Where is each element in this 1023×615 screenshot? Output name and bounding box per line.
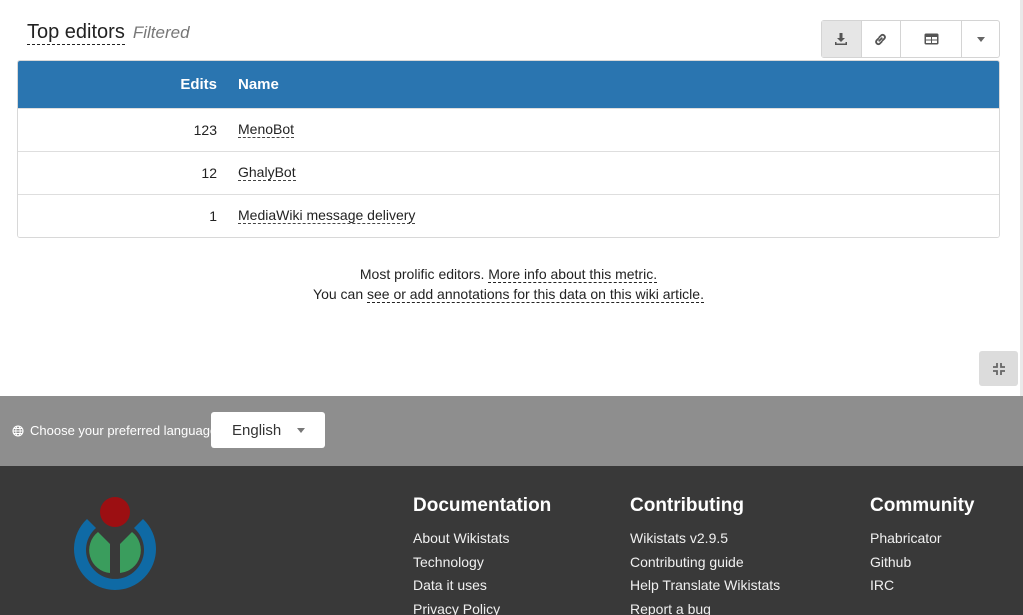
footer-link[interactable]: Phabricator — [870, 529, 975, 553]
chart-type-dropdown[interactable] — [962, 21, 999, 57]
language-select-value: English — [232, 421, 282, 439]
metric-description: Most prolific editors. More info about t… — [0, 266, 1017, 283]
footer-link[interactable]: Github — [870, 553, 975, 577]
widget-toolbar — [821, 20, 1000, 58]
language-select[interactable]: English — [211, 412, 325, 448]
table-row: 1 MediaWiki message delivery — [18, 194, 999, 237]
footer-link[interactable]: About Wikistats — [413, 529, 551, 553]
annotations-text: You can — [313, 286, 364, 302]
language-label: Choose your preferred language — [12, 423, 217, 438]
footer-contributing: Contributing Wikistats v2.9.5 Contributi… — [630, 496, 780, 615]
download-button[interactable] — [822, 21, 862, 57]
annotations-link[interactable]: see or add annotations for this data on … — [367, 286, 704, 303]
language-bar: Choose your preferred language English — [0, 396, 1023, 466]
column-header-edits[interactable]: Edits — [18, 76, 217, 93]
table-icon — [924, 33, 939, 45]
globe-icon — [12, 424, 24, 437]
footer-heading-community: Community — [870, 495, 975, 516]
language-label-text: Choose your preferred language — [30, 423, 218, 438]
metric-widget: Top editors Filtered Edits Name 123 Meno… — [0, 0, 1021, 396]
footer-link[interactable]: Privacy Policy — [413, 600, 551, 615]
site-footer: Documentation About Wikistats Technology… — [0, 466, 1023, 615]
footer-link[interactable]: Data it uses — [413, 576, 551, 600]
footer-link[interactable]: Help Translate Wikistats — [630, 576, 780, 600]
annotations-note: You can see or add annotations for this … — [0, 286, 1017, 303]
table-view-button[interactable] — [901, 21, 963, 57]
top-editors-table: Edits Name 123 MenoBot 12 GhalyBot 1 Med… — [17, 60, 1000, 238]
chevron-down-icon — [976, 36, 985, 42]
widget-title[interactable]: Top editors — [27, 20, 125, 45]
download-icon — [835, 33, 848, 45]
footer-link[interactable]: Report a bug — [630, 600, 780, 615]
footer-heading-documentation: Documentation — [413, 495, 552, 516]
filtered-label: Filtered — [132, 23, 190, 42]
column-header-name[interactable]: Name — [238, 76, 279, 93]
more-info-link[interactable]: More info about this metric. — [488, 266, 658, 283]
footer-link[interactable]: Contributing guide — [630, 553, 780, 577]
footer-community: Community Phabricator Github IRC — [870, 496, 975, 600]
editor-name-link[interactable]: MenoBot — [238, 122, 295, 138]
widget-title-row: Top editors Filtered — [27, 20, 190, 45]
metric-description-text: Most prolific editors. — [359, 266, 485, 282]
collapse-button[interactable] — [979, 351, 1018, 386]
footer-link[interactable]: Technology — [413, 553, 551, 577]
table-header: Edits Name — [18, 61, 999, 108]
edits-cell: 123 — [193, 122, 217, 138]
wikimedia-logo[interactable] — [68, 496, 162, 590]
link-icon — [875, 33, 887, 45]
editor-name-link[interactable]: GhalyBot — [238, 165, 296, 181]
footer-heading-contributing: Contributing — [630, 495, 744, 516]
edits-cell: 12 — [201, 165, 217, 181]
footer-link[interactable]: Wikistats v2.9.5 — [630, 529, 780, 553]
footer-link[interactable]: IRC — [870, 576, 975, 600]
table-row: 12 GhalyBot — [18, 151, 999, 194]
edits-cell: 1 — [209, 208, 217, 224]
compress-icon — [992, 362, 1005, 375]
caret-down-icon — [297, 427, 306, 433]
footer-documentation: Documentation About Wikistats Technology… — [413, 496, 551, 615]
editor-name-link[interactable]: MediaWiki message delivery — [238, 208, 416, 224]
link-button[interactable] — [862, 21, 902, 57]
table-row: 123 MenoBot — [18, 108, 999, 151]
